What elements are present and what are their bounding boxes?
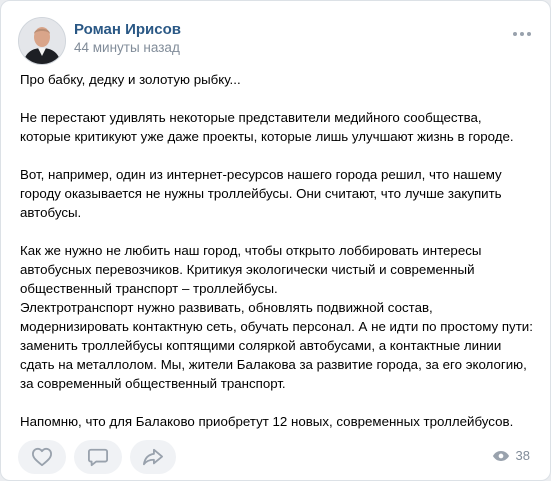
avatar-photo [19,18,65,64]
views-count: 38 [515,448,530,463]
post-text-line: общественный транспорт – троллейбусы. [20,281,278,296]
share-icon [143,448,163,466]
post-text-line: Про бабку, дедку и золотую рыбку... [20,72,241,87]
post-text-line: автобусных перевозчиков. Критикуя эколог… [20,262,475,277]
heart-icon [31,447,52,467]
post-text-line: Напомню, что для Балаково приобретут 12 … [20,414,514,429]
post-text-line: Не перестают удивлять некоторые представ… [20,110,482,125]
more-dot [527,32,531,36]
post-text-line: заменить троллейбусы коптящими соляркой … [20,338,502,353]
post-time[interactable]: 44 минуты назад [74,40,180,55]
views-counter: 38 [492,448,530,463]
post-text-line: Электротранспорт нужно развивать, обновл… [20,300,433,315]
comment-icon [88,448,108,467]
post-text-line: городу оказывается не нужны троллейбусы.… [20,186,502,201]
post-text-line: которые критикуют уже даже проекты, кото… [20,129,514,144]
post-text-line: Вот, например, один из интернет-ресурсов… [20,167,502,182]
post-text-line: автобусы. [20,205,82,220]
eye-icon [492,450,509,461]
post-text-line: за современный общественный транспорт. [20,376,286,391]
post-text-line: Как же нужно не любить наш город, чтобы … [20,243,482,258]
post-actions [18,440,176,474]
share-button[interactable] [130,440,176,474]
post-text-line: сдать на металлолом. Мы, жители Балакова… [20,357,527,372]
more-icon[interactable] [513,31,531,37]
comment-button[interactable] [74,440,122,474]
post-card: Роман Ирисов 44 минуты назад Про бабку, … [0,0,551,481]
post-text-line: модернизировать контактную сеть, обучать… [20,319,533,334]
more-dot [520,32,524,36]
post-text: Про бабку, дедку и золотую рыбку... Не п… [20,70,542,431]
like-button[interactable] [18,440,66,474]
more-dot [513,32,517,36]
author-name[interactable]: Роман Ирисов [74,21,181,38]
avatar[interactable] [18,17,66,65]
